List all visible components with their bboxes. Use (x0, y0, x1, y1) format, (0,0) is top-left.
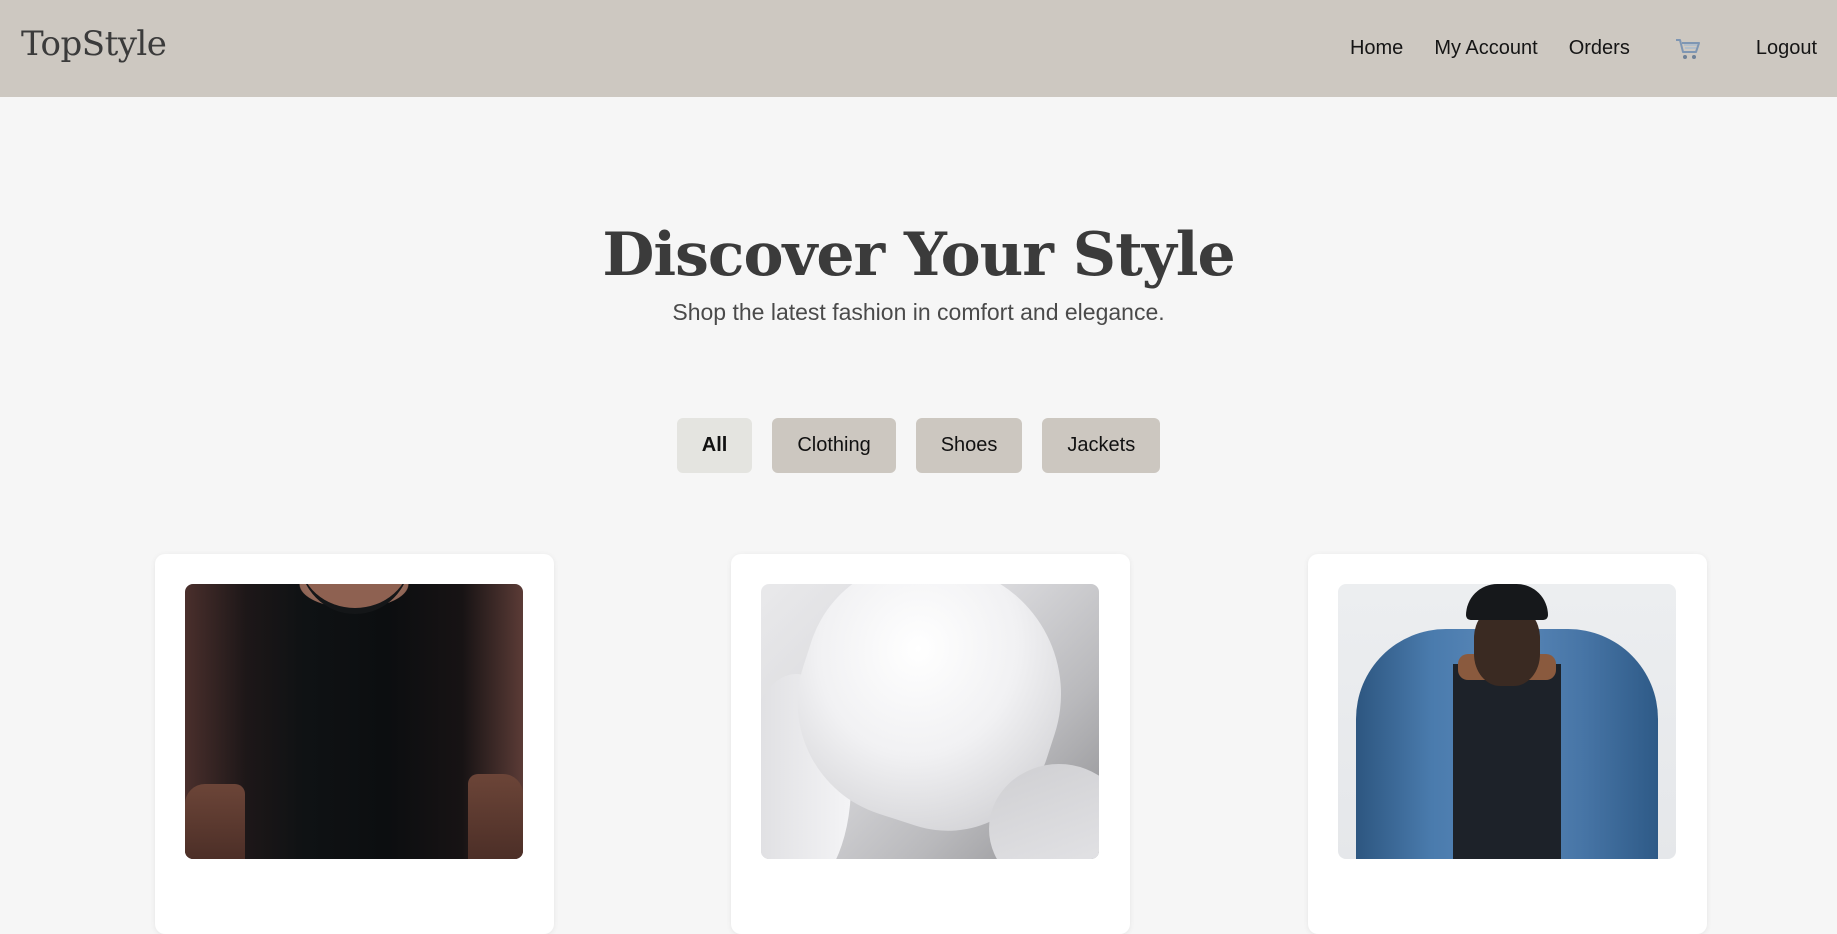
product-image-jacket[interactable] (1338, 584, 1676, 859)
product-card[interactable] (1308, 554, 1707, 934)
main-nav: Home My Account Orders Logout (1350, 0, 1817, 97)
product-grid (0, 554, 1837, 934)
hero-section: Discover Your Style Shop the latest fash… (0, 215, 1837, 326)
product-image-tshirt[interactable] (185, 584, 523, 859)
nav-logout-link[interactable]: Logout (1756, 37, 1817, 60)
product-card[interactable] (155, 554, 554, 934)
nav-orders-link[interactable]: Orders (1569, 37, 1630, 60)
site-logo[interactable]: TopStyle (21, 24, 167, 64)
site-header: TopStyle Home My Account Orders Logout (0, 0, 1837, 97)
product-card[interactable] (731, 554, 1130, 934)
hero-title: Discover Your Style (602, 220, 1235, 290)
hero-subtitle: Shop the latest fashion in comfort and e… (672, 299, 1165, 325)
nav-home-link[interactable]: Home (1350, 37, 1403, 60)
shopping-cart-icon[interactable] (1674, 36, 1702, 62)
product-image-sneakers[interactable] (761, 584, 1099, 859)
filter-all-button[interactable]: All (676, 418, 753, 473)
filter-clothing-button[interactable]: Clothing (772, 418, 896, 473)
category-filters: All Clothing Shoes Jackets (0, 418, 1837, 473)
filter-shoes-button[interactable]: Shoes (915, 418, 1023, 473)
filter-jackets-button[interactable]: Jackets (1042, 418, 1161, 473)
nav-account-link[interactable]: My Account (1434, 37, 1537, 60)
